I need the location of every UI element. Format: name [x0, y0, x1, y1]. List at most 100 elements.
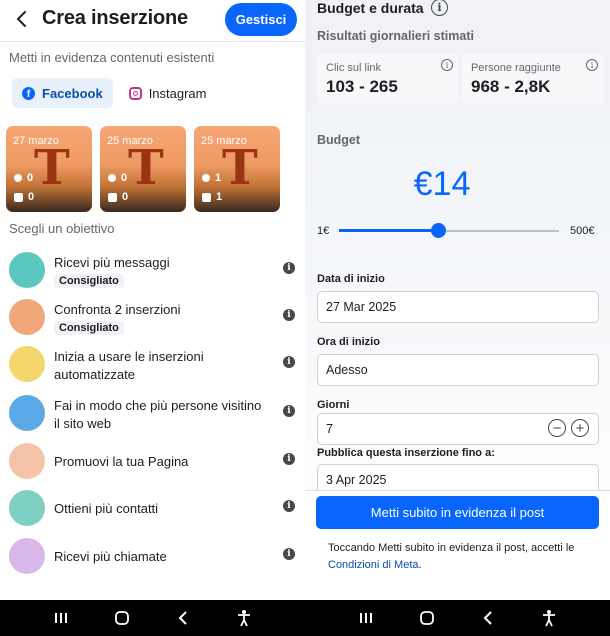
budget-panel: Budget e durata i Risultati giornalieri …: [305, 0, 610, 600]
objective-messages[interactable]: Ricevi più messaggi Consigliato i: [9, 252, 299, 292]
comments-stat: 0: [108, 172, 127, 184]
comment-count: 0: [27, 172, 34, 184]
home-icon[interactable]: [415, 606, 439, 630]
like-icon: [108, 192, 117, 202]
comment-count: 0: [121, 172, 128, 184]
likes-stat: 0: [108, 191, 128, 203]
budget-duration-title: Budget e durata: [317, 0, 424, 16]
cursor-icon: [9, 395, 45, 431]
budget-amount: €14: [413, 165, 471, 203]
recommended-badge: Consigliato: [54, 274, 124, 288]
back-icon[interactable]: [171, 606, 195, 630]
back-arrow-icon[interactable]: [12, 8, 32, 30]
post-letter: T: [222, 140, 258, 196]
objective-label: Promuovi la tua Pagina: [54, 454, 189, 469]
platform-tabs: f Facebook Instagram: [12, 78, 217, 108]
contact-card-icon: [9, 490, 45, 526]
comments-stat: 0: [14, 172, 33, 184]
metric-label: Persone raggiunte: [471, 62, 561, 74]
objectives-heading: Scegli un obiettivo: [9, 221, 115, 236]
metric-reach: Persone raggiunte 968 - 2,8K i: [462, 54, 604, 104]
objective-calls[interactable]: Ricevi più chiamate i: [9, 538, 299, 578]
objective-compare[interactable]: Confronta 2 inserzioni Consigliato i: [9, 299, 299, 339]
info-icon[interactable]: i: [283, 309, 295, 321]
info-icon[interactable]: i: [283, 405, 295, 417]
objective-label: Ricevi più chiamate: [54, 549, 167, 564]
terms-copy: Toccando Metti subito in evidenza il pos…: [328, 542, 575, 554]
comment-icon: [108, 174, 116, 182]
metric-link-clicks: Clic sul link 103 - 265 i: [317, 54, 459, 104]
like-icon: [202, 192, 211, 202]
like-count: 0: [122, 191, 129, 203]
manage-button[interactable]: Gestisci: [225, 3, 297, 36]
instagram-icon: [128, 86, 142, 100]
like-count: 1: [216, 191, 223, 203]
accessibility-icon[interactable]: [232, 606, 256, 630]
objective-page[interactable]: Promuovi la tua Pagina i: [9, 443, 299, 483]
increment-days-button[interactable]: +: [571, 419, 589, 437]
budget-slider-handle[interactable]: [431, 223, 446, 238]
magic-wand-icon: [9, 346, 45, 382]
post-letter: T: [128, 140, 164, 196]
info-icon[interactable]: i: [283, 356, 295, 368]
objective-label: Ricevi più messaggi: [54, 255, 170, 270]
boost-post-button[interactable]: Metti subito in evidenza il post: [316, 496, 599, 529]
objective-automated[interactable]: Inizia a usare le inserzioni automatizza…: [9, 346, 299, 386]
decrement-days-button[interactable]: −: [548, 419, 566, 437]
objective-label: Fai in modo che più persone visitino il …: [54, 398, 262, 431]
screen: Crea inserzione Gestisci Metti in eviden…: [0, 0, 610, 636]
metric-value: 103 - 265: [326, 77, 398, 96]
objective-leads[interactable]: Ottieni più contatti i: [9, 490, 299, 530]
tab-instagram[interactable]: Instagram: [119, 78, 217, 108]
tab-facebook[interactable]: f Facebook: [12, 78, 113, 108]
comment-icon: [14, 174, 22, 182]
post-card[interactable]: 27 marzo T 0 0: [6, 126, 92, 212]
tab-label: Instagram: [148, 85, 207, 101]
objective-label: Inizia a usare le inserzioni automatizza…: [54, 349, 204, 382]
home-icon[interactable]: [110, 606, 134, 630]
comments-stat: 1: [202, 172, 221, 184]
info-icon[interactable]: i: [431, 0, 448, 16]
meta-terms-link[interactable]: Condizioni di Meta: [328, 559, 419, 571]
accessibility-icon[interactable]: [537, 606, 561, 630]
footer: Metti subito in evidenza il post Toccand…: [305, 490, 610, 600]
recent-apps-icon[interactable]: [354, 606, 378, 630]
info-icon[interactable]: i: [283, 548, 295, 560]
like-count: 0: [28, 191, 35, 203]
system-navigation-bar: [0, 600, 610, 636]
nav-left: [0, 600, 305, 636]
post-cards: 27 marzo T 0 0 25 marzo T 0 0 25 marzo T…: [6, 126, 280, 212]
info-icon[interactable]: i: [586, 59, 598, 71]
nav-right: [305, 600, 610, 636]
objective-label: Confronta 2 inserzioni: [54, 302, 181, 317]
estimates-label: Risultati giornalieri stimati: [317, 29, 474, 43]
info-icon[interactable]: i: [283, 500, 295, 512]
start-date-label: Data di inizio: [317, 273, 385, 285]
post-letter: T: [34, 140, 70, 196]
budget-label: Budget: [317, 133, 361, 147]
start-date-field[interactable]: 27 Mar 2025: [317, 291, 599, 323]
info-icon[interactable]: i: [283, 262, 295, 274]
like-icon: [14, 192, 23, 202]
comment-count: 1: [215, 172, 222, 184]
recent-apps-icon[interactable]: [49, 606, 73, 630]
terms-period: .: [418, 559, 422, 571]
recommended-badge: Consigliato: [54, 321, 124, 335]
info-icon[interactable]: i: [283, 453, 295, 465]
post-card[interactable]: 25 marzo T 1 1: [194, 126, 280, 212]
header: Crea inserzione Gestisci: [0, 0, 305, 40]
facebook-icon: f: [22, 86, 35, 100]
info-icon[interactable]: i: [441, 59, 453, 71]
objective-website[interactable]: Fai in modo che più persone visitino il …: [9, 395, 299, 435]
back-icon[interactable]: [476, 606, 500, 630]
metric-value: 968 - 2,8K: [471, 77, 551, 96]
comment-icon: [202, 174, 210, 182]
days-label: Giorni: [317, 399, 350, 411]
end-date-label: Pubblica questa inserzione fino a:: [317, 447, 495, 459]
compare-icon: [9, 299, 45, 335]
slider-max-label: 500€: [570, 225, 595, 237]
tab-label: Facebook: [42, 85, 103, 101]
post-card[interactable]: 25 marzo T 0 0: [100, 126, 186, 212]
start-time-field[interactable]: Adesso: [317, 354, 599, 386]
likes-stat: 0: [14, 191, 34, 203]
